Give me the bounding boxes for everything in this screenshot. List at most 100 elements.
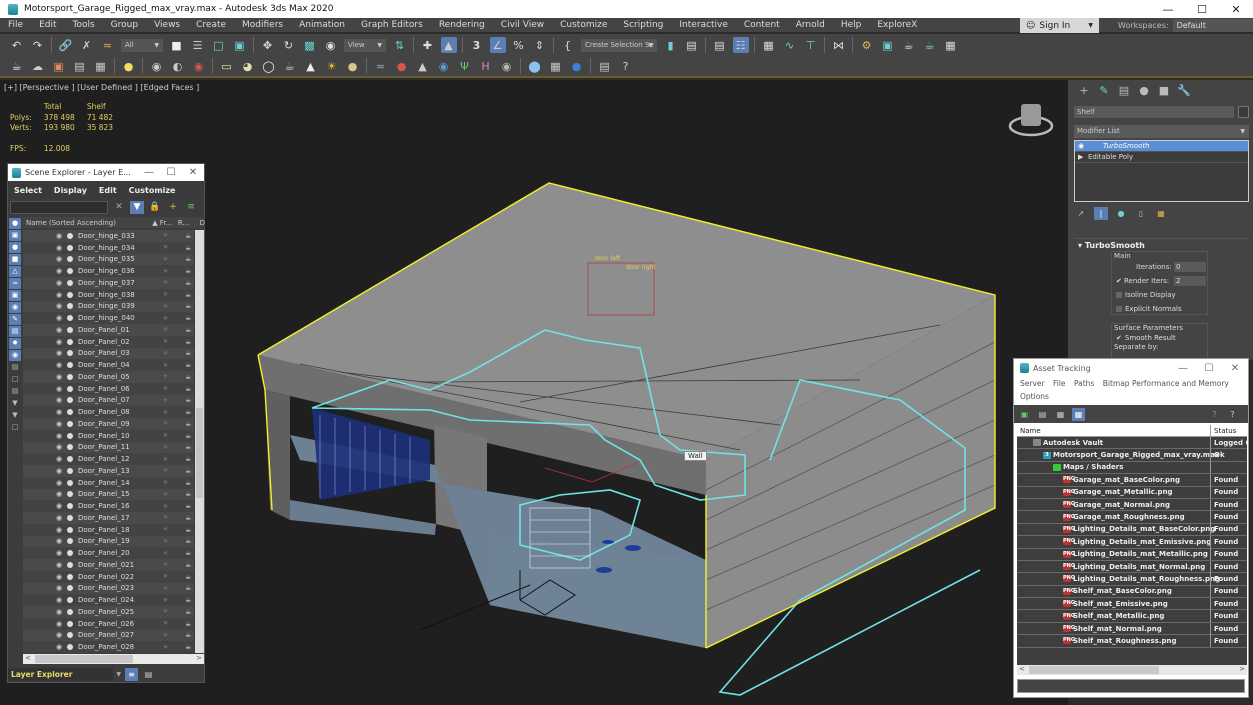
undo-icon[interactable]: ↶ xyxy=(9,37,25,53)
renderable-teapot-icon[interactable]: ☕ xyxy=(185,479,191,487)
scroll-left-icon[interactable]: < xyxy=(25,654,31,662)
renderable-teapot-icon[interactable]: ☕ xyxy=(185,537,191,545)
list-item[interactable]: ◉ Door_Panel_028 ✹ ☕ xyxy=(23,641,194,653)
renderable-teapot-icon[interactable]: ☕ xyxy=(185,338,191,346)
renderable-teapot-icon[interactable]: ☕ xyxy=(185,502,191,510)
mesh-icon[interactable]: ▲ xyxy=(415,58,431,74)
eye-icon[interactable]: ◉ xyxy=(56,561,62,569)
eye-icon[interactable]: ◉ xyxy=(56,408,62,416)
freeze-dot-icon[interactable] xyxy=(67,550,73,557)
window-crossing-icon[interactable]: ▣ xyxy=(232,37,248,53)
schematic-view-icon[interactable]: ⊤ xyxy=(803,37,819,53)
freeze-dot-icon[interactable] xyxy=(67,232,73,239)
renderable-teapot-icon[interactable]: ☕ xyxy=(185,549,191,557)
asset-row[interactable]: PNG Garage_mat_Metallic.png Found xyxy=(1017,486,1247,499)
menu-server[interactable]: Server xyxy=(1020,379,1045,388)
list-item[interactable]: ◉ Door_Panel_19 ✹ ☕ xyxy=(23,535,194,548)
cameras-filter-icon[interactable]: ■ xyxy=(9,254,21,265)
shapes-filter-icon[interactable]: ▣ xyxy=(9,230,21,241)
frozen-icon[interactable]: ✹ xyxy=(163,597,168,604)
renderable-teapot-icon[interactable]: ☕ xyxy=(185,420,191,428)
invert-display-icon[interactable]: ▤ xyxy=(9,386,21,397)
list-item[interactable]: ◉ Door_Panel_12 ✹ ☕ xyxy=(23,453,194,465)
renderable-teapot-icon[interactable]: ☕ xyxy=(185,455,191,463)
frozen-icon[interactable]: ✹ xyxy=(163,350,168,357)
clipboard-icon[interactable]: ▤ xyxy=(597,58,613,74)
menu-customize[interactable]: Customize xyxy=(123,186,182,195)
list-item[interactable]: ◉ Door_Panel_20 ✹ ☕ xyxy=(23,547,194,559)
menu-civil-view[interactable]: Civil View xyxy=(493,20,552,30)
eye-icon[interactable]: ◉ xyxy=(56,643,62,651)
cloud-icon[interactable]: ☁ xyxy=(30,58,46,74)
renderable-teapot-icon[interactable]: ☕ xyxy=(185,596,191,604)
renderable-teapot-icon[interactable]: ☕ xyxy=(185,467,191,475)
redo-icon[interactable]: ↷ xyxy=(30,37,46,53)
iterations-spinner[interactable]: 0 xyxy=(1174,262,1206,272)
renderable-teapot-icon[interactable]: ☕ xyxy=(185,361,191,369)
hierarchy-view-icon[interactable]: ▤ xyxy=(142,668,155,681)
menu-customize[interactable]: Customize xyxy=(552,20,615,30)
viewcube-icon[interactable] xyxy=(1008,100,1054,138)
explicit-normals-checkbox[interactable] xyxy=(1116,306,1122,312)
renderable-teapot-icon[interactable]: ☕ xyxy=(185,643,191,651)
asset-row[interactable]: PNG Garage_mat_Normal.png Found xyxy=(1017,498,1247,512)
eye-icon[interactable]: ◉ xyxy=(56,479,62,487)
frozen-icon[interactable]: ✹ xyxy=(163,420,168,427)
eye-icon[interactable]: ◉ xyxy=(56,608,62,616)
list-item[interactable]: ◉ Door_Panel_03 ✹ ☕ xyxy=(23,347,194,360)
convert-icon[interactable]: ▦ xyxy=(548,58,564,74)
funnel-icon[interactable]: ▼ xyxy=(9,410,21,421)
table-icon[interactable]: ▤ xyxy=(72,58,88,74)
frozen-icon[interactable]: ✹ xyxy=(163,632,168,639)
asset-row[interactable]: 3 Motorsport_Garage_Rigged_max_vray.max Ok xyxy=(1017,449,1247,462)
render-iters-checkbox[interactable]: ✔ xyxy=(1116,277,1122,285)
column-renderable[interactable]: R... xyxy=(175,219,197,227)
freeze-dot-icon[interactable] xyxy=(67,385,73,392)
freeze-dot-icon[interactable] xyxy=(67,456,73,463)
dome-light-icon[interactable]: ◕ xyxy=(240,58,256,74)
freeze-dot-icon[interactable] xyxy=(67,350,73,357)
list-item[interactable]: ◉ Door_Panel_04 ✹ ☕ xyxy=(23,359,194,371)
frozen-icon[interactable]: ✹ xyxy=(163,456,168,463)
renderable-teapot-icon[interactable]: ☕ xyxy=(185,349,191,357)
list-item[interactable]: ◉ Door_Panel_023 ✹ ☕ xyxy=(23,582,194,595)
rollout-title[interactable]: ▾ TurboSmooth xyxy=(1074,239,1249,250)
isoline-checkbox[interactable] xyxy=(1116,292,1122,298)
horizontal-scrollbar[interactable]: < > xyxy=(23,654,204,664)
asset-row[interactable]: PNG Lighting_Details_mat_Emissive.png Foun… xyxy=(1017,535,1247,549)
search-input[interactable] xyxy=(10,200,108,214)
show-end-result-icon[interactable]: | xyxy=(1094,207,1108,220)
ref-coord-dropdown[interactable]: View ▼ xyxy=(344,38,386,52)
isoline-display-option[interactable]: Isoline Display xyxy=(1112,288,1207,302)
freeze-dot-icon[interactable] xyxy=(67,573,73,580)
help-icon[interactable]: ? xyxy=(618,58,634,74)
menu-tools[interactable]: Tools xyxy=(65,20,103,30)
scale-icon[interactable]: ▩ xyxy=(302,37,318,53)
menu-interactive[interactable]: Interactive xyxy=(671,20,735,30)
visible-filter-icon[interactable]: ◉ xyxy=(9,350,21,361)
list-icon[interactable]: ▤ xyxy=(1036,408,1049,421)
vfb-icon[interactable]: ● xyxy=(569,58,585,74)
list-item[interactable]: ◉ Door_Panel_17 ✹ ☕ xyxy=(23,512,194,524)
list-item[interactable]: ◉ Door_Panel_027 ✹ ☕ xyxy=(23,629,194,642)
teapot-icon[interactable]: ☕ xyxy=(9,58,25,74)
container-icon[interactable]: □ xyxy=(9,422,21,433)
frozen-icon[interactable]: ✹ xyxy=(163,644,168,651)
displace-icon[interactable]: ◉ xyxy=(499,58,515,74)
stack-item-turbosmooth[interactable]: ◉ TurboSmooth xyxy=(1075,141,1248,152)
curve-editor-icon[interactable]: ∿ xyxy=(782,37,798,53)
eye-icon[interactable]: ◉ xyxy=(56,267,62,275)
frozen-icon[interactable]: ✹ xyxy=(163,585,168,592)
frozen-icon[interactable]: ✹ xyxy=(163,256,168,263)
menu-rendering[interactable]: Rendering xyxy=(431,20,493,30)
keyboard-shortcut-icon[interactable]: ▲ xyxy=(440,37,457,53)
eye-icon[interactable]: ◉ xyxy=(56,502,62,510)
freeze-dot-icon[interactable] xyxy=(67,244,73,251)
renderable-teapot-icon[interactable]: ☕ xyxy=(185,443,191,451)
freeze-dot-icon[interactable] xyxy=(67,444,73,451)
utilities-tab-icon[interactable]: 🔧 xyxy=(1174,84,1194,97)
pivot-icon[interactable]: ⇅ xyxy=(392,37,408,53)
thumbnail-icon[interactable]: ▦ xyxy=(1054,408,1067,421)
explicit-normals-option[interactable]: Explicit Normals xyxy=(1112,302,1207,316)
eye-icon[interactable]: ◉ xyxy=(56,373,62,381)
